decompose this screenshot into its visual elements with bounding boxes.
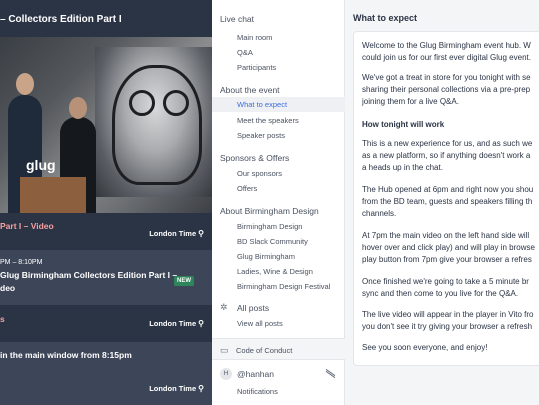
session-item[interactable]: Part I – Video London Time ⚲ [0,213,212,250]
content-paragraph: This is a new experience for us, and as … [362,138,539,174]
nav-item-glug-birmingham[interactable]: Glug Birmingham [237,252,295,261]
paragraph-line: We've got a treat in store for you tonig… [362,73,531,82]
nav-item-ladies-wine-design[interactable]: Ladies, Wine & Design [237,267,313,276]
content-paragraph: The Hub opened at 6pm and right now you … [362,184,539,220]
nav-all-posts[interactable]: All posts [237,303,269,313]
session-title: in the main window from 8:15pm [0,350,132,360]
content-paragraph: The live video will appear in the player… [362,309,539,333]
paragraph-line: play button from 7pm give your browser a… [362,255,532,264]
paragraph-line: channels. [362,209,397,218]
paragraph-line: from the BD team, guests and speakers fi… [362,197,533,206]
nav-section-sponsors: Sponsors & Offers [220,153,290,163]
session-item-active[interactable]: PM – 8:10PM Glug Birmingham Collectors E… [0,250,212,305]
session-time-range: PM – 8:10PM [0,259,43,266]
video-mural-owl [112,65,202,185]
session-title: Part I – Video [0,221,54,231]
paragraph-line: See you soon everyone, and enjoy! [362,343,488,352]
content-paragraph: See you soon everyone, and enjoy! [362,342,539,354]
nav-item-meet-speakers[interactable]: Meet the speakers [237,116,299,125]
paragraph-line: This is a new experience for us, and as … [362,139,533,148]
event-title: – Collectors Edition Part I [0,14,122,25]
session-item-active[interactable]: in the main window from 8:15pm London Ti… [0,342,212,405]
paragraph-line: hover over and click play) and will play… [362,243,535,252]
paragraph-line: sync and then come to you live for the Q… [362,289,519,298]
nav-item-speaker-posts[interactable]: Speaker posts [237,131,285,140]
video-podium [20,177,86,213]
session-title-line-1: Glug Birmingham Collectors Edition Part … [0,270,178,280]
session-time-label: London Time [149,319,197,328]
paragraph-line: The live video will appear in the player… [362,310,534,319]
code-of-conduct-link[interactable]: Code of Conduct [236,346,292,355]
paragraph-line: At 7pm the main video on the left hand s… [362,231,530,240]
page-title: What to expect [353,13,418,23]
paragraph-line: How tonight will work [362,120,445,129]
person-icon: ⚲ [198,384,204,393]
nav-item-bd-slack[interactable]: BD Slack Community [237,237,308,246]
content-card: Welcome to the Glug Birmingham event hub… [353,31,539,366]
code-of-conduct-bar[interactable]: ▭ Code of Conduct [212,338,345,360]
session-time: London Time ⚲ [149,319,204,328]
nav-item-main-room[interactable]: Main room [237,33,272,42]
paragraph-line: Once finished we're going to take a 5 mi… [362,277,529,286]
session-title-line-2: deo [0,283,16,293]
person-icon: ⚲ [198,229,204,238]
paragraph-line: a heads up in the chat. [362,163,443,172]
podium-logo: glug [26,157,56,173]
content-paragraph: Once finished we're going to take a 5 mi… [362,276,539,300]
paragraph-line: joining them for a live Q&A. [362,97,459,106]
nav-item-our-sponsors[interactable]: Our sponsors [237,169,282,178]
event-nav: Live chat Main room Q&A Participants Abo… [212,0,345,405]
session-time: London Time ⚲ [149,229,204,238]
session-title: s [0,314,5,324]
event-sessions-panel: – Collectors Edition Part I glug Part I … [0,0,212,405]
section-heading: How tonight will work [362,119,539,131]
person-icon: ⚲ [198,319,204,328]
nav-item-birmingham-design[interactable]: Birmingham Design [237,222,302,231]
mute-icon[interactable] [324,367,336,379]
paragraph-line: Welcome to the Glug Birmingham event hub… [362,41,531,50]
all-posts-icon: ✲ [220,302,228,312]
nav-section-live-chat: Live chat [220,14,255,24]
user-handle[interactable]: @hanhan [237,369,274,379]
content-paragraph: At 7pm the main video on the left hand s… [362,230,539,266]
paragraph-line: as a new platform, so if anything doesn'… [362,151,531,160]
new-badge: NEW [174,276,194,286]
nav-view-all-posts[interactable]: View all posts [237,319,283,328]
paragraph-line: sharing their personal collections via a… [362,85,531,94]
nav-item-offers[interactable]: Offers [237,184,257,193]
content-panel: What to expect Welcome to the Glug Birmi… [345,0,539,405]
message-icon: ▭ [220,345,229,355]
session-time: London Time ⚲ [149,384,204,393]
session-time-label: London Time [149,229,197,238]
paragraph-line: you don't see it try giving your browser… [362,322,533,331]
nav-item-what-to-expect[interactable]: What to expect [237,100,287,109]
session-time-label: London Time [149,384,197,393]
nav-section-about-bd: About Birmingham Design [220,206,319,216]
content-paragraph: Welcome to the Glug Birmingham event hub… [362,40,539,64]
paragraph-line: The Hub opened at 6pm and right now you … [362,185,534,194]
user-avatar[interactable]: H [220,368,232,380]
session-item[interactable]: s London Time ⚲ [0,305,212,342]
content-paragraph: We've got a treat in store for you tonig… [362,72,539,108]
nav-section-about-event: About the event [220,85,280,95]
nav-item-participants[interactable]: Participants [237,63,276,72]
nav-item-qa[interactable]: Q&A [237,48,253,57]
video-player[interactable]: glug [0,37,212,213]
nav-item-bd-festival[interactable]: Birmingham Design Festival [237,282,330,291]
paragraph-line: could join us for our first ever digital… [362,53,531,62]
nav-notifications[interactable]: Notifications [237,387,278,396]
